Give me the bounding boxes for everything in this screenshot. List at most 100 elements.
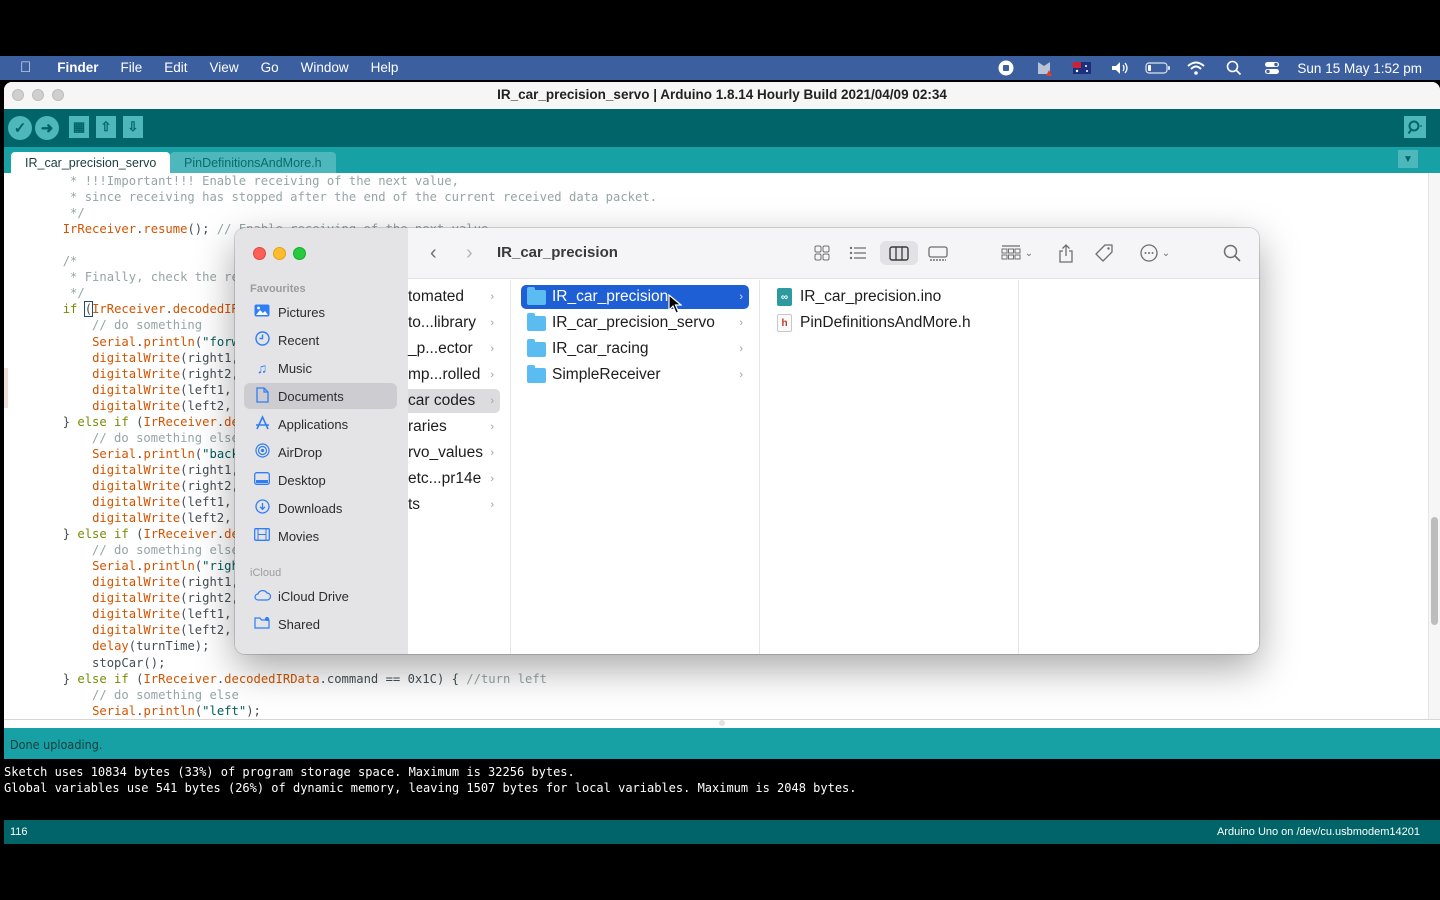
code-token: IrReceiver (62, 222, 137, 237)
parent-folder-row[interactable]: rvo_values › (408, 441, 500, 465)
arduino-toolbar: ✓ ➜ ▦ ⇧ ⇩ (4, 109, 1440, 147)
group-by-button[interactable]: ⌄ (996, 241, 1038, 265)
volume-icon[interactable] (1101, 56, 1139, 80)
parent-folder-row[interactable]: ts › (408, 493, 500, 517)
finder-zoom-button[interactable] (293, 247, 306, 260)
finder-minimize-button[interactable] (273, 247, 286, 260)
parent-folder-row[interactable]: car codes › (408, 389, 500, 413)
parent-folder-row[interactable]: etc...pr14e › (408, 467, 500, 491)
folder-row[interactable]: IR_car_precision › (521, 285, 749, 309)
code-token: IrReceiver (143, 527, 217, 542)
finder-close-button[interactable] (253, 247, 266, 260)
parent-folder-row[interactable]: _p...ector › (408, 337, 500, 361)
sidebar-item-icloud-drive[interactable]: iCloud Drive (244, 583, 397, 609)
input-source-flag-icon[interactable] (1063, 56, 1101, 80)
file-name: IR_car_precision.ino (800, 288, 942, 305)
chevron-left-icon[interactable]: ‹ (430, 242, 437, 265)
upload-icon[interactable]: ➜ (35, 116, 59, 140)
sidebar-item-movies[interactable]: Movies (244, 523, 397, 549)
column-view-button[interactable] (880, 241, 918, 265)
search-icon[interactable] (1220, 241, 1244, 265)
code-token: } (4, 414, 78, 429)
tab-ir-car-precision-servo[interactable]: IR_car_precision_servo (11, 152, 171, 173)
sidebar-item-desktop[interactable]: Desktop (244, 467, 397, 493)
folder-name: to...library (408, 314, 477, 331)
code-token: println (143, 703, 195, 718)
code-token: ( (128, 671, 144, 686)
parent-folder-row[interactable]: tomated › (408, 285, 500, 309)
apple-menu-icon[interactable]:  (0, 56, 46, 80)
serial-monitor-icon[interactable] (1404, 116, 1426, 138)
tag-icon[interactable] (1092, 241, 1116, 265)
folder-name: rvo_values (408, 444, 483, 461)
parent-folder-row[interactable]: raries › (408, 415, 500, 439)
tab-menu-dropdown-icon[interactable]: ▼ (1398, 150, 1418, 168)
divider-handle[interactable] (719, 720, 725, 726)
minimize-window-button[interactable] (32, 89, 44, 101)
zoom-window-button[interactable] (52, 89, 64, 101)
sidebar-item-downloads[interactable]: Downloads (244, 495, 397, 521)
menu-help[interactable]: Help (360, 56, 410, 80)
gallery-view-button[interactable] (922, 241, 954, 265)
sidebar-item-recent[interactable]: Recent (244, 327, 397, 353)
sidebar-item-shared[interactable]: Shared (244, 611, 397, 637)
code-token: digitalWrite (92, 591, 181, 606)
menu-edit[interactable]: Edit (153, 56, 198, 80)
mcafee-icon[interactable] (1025, 56, 1063, 80)
close-window-button[interactable] (12, 89, 24, 101)
menu-bar-clock[interactable]: Sun 15 May 1:52 pm (1291, 61, 1440, 76)
code-line: * since receiving has stopped after the … (4, 189, 657, 205)
tab-pin-definitions[interactable]: PinDefinitionsAndMore.h (170, 152, 336, 173)
folder-row[interactable]: IR_car_racing › (521, 337, 749, 361)
spotlight-search-icon[interactable] (1215, 56, 1253, 80)
open-sketch-icon[interactable]: ⇧ (96, 116, 116, 138)
screen-record-icon[interactable] (987, 56, 1025, 80)
folder-row[interactable]: IR_car_precision_servo › (521, 311, 749, 335)
file-row[interactable]: h PinDefinitionsAndMore.h (760, 311, 1010, 335)
sidebar-item-pictures[interactable]: Pictures (244, 299, 397, 325)
code-line: Serial.println("right"); (4, 558, 268, 574)
chevron-right-icon[interactable]: › (466, 242, 473, 265)
editor-scroll-thumb[interactable] (1431, 517, 1438, 625)
window-title: IR_car_precision_servo | Arduino 1.8.14 … (497, 87, 947, 102)
folder-icon (527, 364, 546, 383)
sidebar-item-music[interactable]: ♫ Music (244, 355, 397, 381)
menu-file[interactable]: File (110, 56, 154, 80)
board-port-info: Arduino Uno on /dev/cu.usbmodem14201 (1216, 826, 1420, 838)
sidebar-item-applications[interactable]: Applications (244, 411, 397, 437)
parent-folder-row[interactable]: mp...rolled › (408, 363, 500, 387)
list-view-button[interactable] (844, 241, 872, 265)
folder-name: mp...rolled (408, 366, 481, 383)
wifi-icon[interactable] (1177, 56, 1215, 80)
menu-finder[interactable]: Finder (46, 56, 109, 80)
menu-view[interactable]: View (199, 56, 250, 80)
save-sketch-icon[interactable]: ⇩ (123, 116, 143, 138)
sidebar-item-airdrop[interactable]: AirDrop (244, 439, 397, 465)
code-token: */ (4, 286, 85, 301)
control-center-icon[interactable] (1253, 56, 1291, 80)
code-token: Serial (92, 559, 137, 574)
icon-view-button[interactable] (808, 241, 836, 265)
parent-folder-row[interactable]: to...library › (408, 311, 500, 335)
sidebar-item-label: Movies (278, 528, 320, 544)
share-icon[interactable] (1054, 241, 1078, 265)
document-icon (253, 386, 271, 406)
menu-go[interactable]: Go (250, 56, 290, 80)
folder-row[interactable]: SimpleReceiver › (521, 363, 749, 387)
editor-scrollbar[interactable] (1428, 173, 1440, 719)
new-sketch-icon[interactable]: ▦ (69, 116, 89, 138)
code-line: stopCar(); (4, 655, 165, 671)
text-cursor-bracket: ( (83, 301, 94, 318)
cloud-icon (253, 588, 271, 604)
file-row[interactable]: ∞ IR_car_precision.ino (760, 285, 1010, 309)
file-name: PinDefinitionsAndMore.h (800, 314, 971, 331)
verify-icon[interactable]: ✓ (8, 116, 32, 140)
finder-window: Favourites Pictures Recent ♫ Music Docum… (235, 228, 1259, 654)
code-token: IrReceiver (143, 414, 217, 429)
sidebar-item-documents[interactable]: Documents (244, 383, 397, 409)
menu-window[interactable]: Window (290, 56, 360, 80)
more-actions-icon[interactable]: ⌄ (1135, 241, 1175, 265)
